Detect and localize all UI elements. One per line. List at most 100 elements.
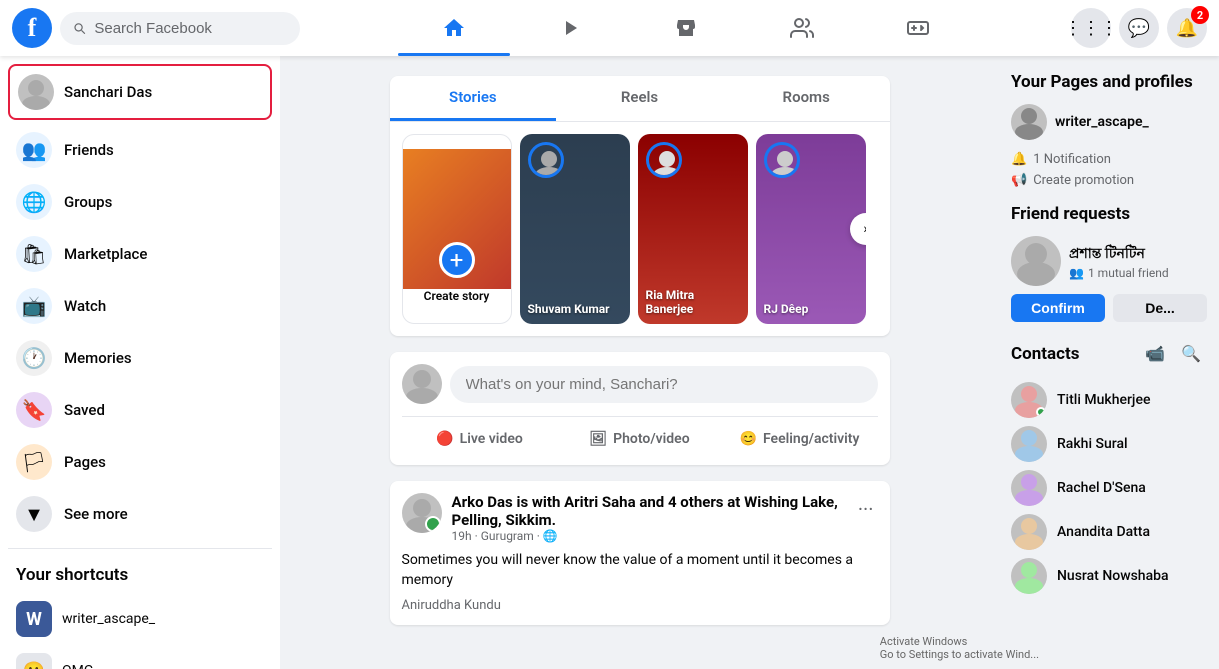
sidebar-item-watch[interactable]: 📺 Watch [8,280,272,332]
pages-info: writer_ascape_ [1055,114,1149,130]
nav-watch-button[interactable] [514,4,626,52]
apps-button[interactable]: ⋮⋮⋮ [1071,8,1111,48]
story-rj[interactable]: RJ Dêep › [756,134,866,324]
notification-item[interactable]: 🔔 1 Notification [1011,152,1207,167]
photo-video-icon: 🖼 [589,431,607,447]
sidebar-label-memories: Memories [64,349,132,367]
top-navigation: f ⋮⋮⋮ 💬 🔔 2 [0,0,1219,56]
left-sidebar: Sanchari Das 👥 Friends 🌐 Groups 🛍 Market… [0,56,280,669]
nav-marketplace-button[interactable] [630,4,742,52]
sidebar-item-see-more[interactable]: ▼ See more [8,488,272,540]
bell-icon: 🔔 [1011,152,1027,167]
memories-icon: 🕐 [16,340,52,376]
sidebar-item-saved[interactable]: 🔖 Saved [8,384,272,436]
center-feed: Stories Reels Rooms + Create story [280,56,999,669]
notification-container: 🔔 2 [1167,8,1207,48]
contact-anandita[interactable]: Anandita Datta [1011,510,1207,554]
feed-post-1: Arko Das is with Aritri Saha and 4 other… [390,481,890,625]
post-input-field[interactable] [450,366,878,403]
contact-nusrat[interactable]: Nusrat Nowshaba [1011,554,1207,598]
post-comment: Aniruddha Kundu [402,598,878,613]
sidebar-item-memories[interactable]: 🕐 Memories [8,332,272,384]
contact-avatar-rakhi [1011,426,1047,462]
story-shuvam[interactable]: Shuvam Kumar [520,134,630,324]
sidebar-divider [8,548,272,549]
shortcuts-title: Your shortcuts [8,557,272,593]
shortcut-omg[interactable]: 😮 OMG [8,645,272,669]
tab-reels[interactable]: Reels [556,76,723,121]
post-more-button[interactable]: ··· [854,493,878,525]
confirm-friend-button[interactable]: Confirm [1011,294,1105,322]
contact-titli[interactable]: Titli Mukherjee [1011,378,1207,422]
nav-gaming-button[interactable] [862,4,974,52]
live-video-label: Live video [460,431,523,447]
story-avatar-rj [764,142,800,178]
messenger-button[interactable]: 💬 [1119,8,1159,48]
create-promotion-button[interactable]: 📢 Create promotion [1011,173,1207,188]
tab-stories[interactable]: Stories [390,76,557,121]
post-author-link[interactable]: Arko Das [452,493,513,511]
friend-req-actions: Confirm De... [1011,294,1207,322]
sidebar-item-friends[interactable]: 👥 Friends [8,124,272,176]
nav-home-button[interactable] [398,4,510,52]
sidebar-label-saved: Saved [64,401,105,419]
shortcut-icon-omg: 😮 [16,653,52,669]
friend-req-avatar [1011,236,1061,286]
contacts-header: Contacts 📹 🔍 [1011,338,1207,370]
search-input[interactable] [94,20,288,37]
contact-rachel[interactable]: Rachel D'Sena [1011,466,1207,510]
post-box-avatar [402,364,442,404]
post-tagged-user[interactable]: Aritri Saha [564,493,636,511]
logo-letter: f [28,13,37,43]
post-others-link[interactable]: 4 others [668,493,724,511]
post-at-text: at [727,493,744,511]
marketplace-icon [674,16,698,40]
sidebar-item-pages[interactable]: 🏳 Pages [8,436,272,488]
search-icon [72,20,86,36]
contact-avatar-nusrat [1011,558,1047,594]
contacts-title: Contacts [1011,344,1139,364]
groups-icon [790,16,814,40]
friends-icon: 👥 [16,132,52,168]
online-indicator-titli [1036,407,1046,417]
sidebar-item-groups[interactable]: 🌐 Groups [8,176,272,228]
sidebar-user-profile[interactable]: Sanchari Das [8,64,272,120]
post-box: 🔴 Live video 🖼 Photo/video 😊 Feeling/act… [390,352,890,465]
add-story-btn[interactable]: + [439,242,475,278]
friend-requests-section: Friend requests প্রশান্ত টিনটিন 👥 1 mutu… [1011,204,1207,322]
delete-friend-button[interactable]: De... [1113,294,1207,322]
pages-name: writer_ascape_ [1055,114,1149,130]
friend-request-item: প্রশান্ত টিনটিন 👥 1 mutual friend Confir… [1011,236,1207,322]
facebook-logo[interactable]: f [12,8,52,48]
gaming-icon [906,16,930,40]
post-actions: 🔴 Live video 🖼 Photo/video 😊 Feeling/act… [402,416,878,453]
sidebar-item-marketplace[interactable]: 🛍 Marketplace [8,228,272,280]
stories-card: Stories Reels Rooms + Create story [390,76,890,336]
create-story-card[interactable]: + Create story [402,134,512,324]
story-name-ria: Ria Mitra Banerjee [646,288,744,316]
contact-rakhi[interactable]: Rakhi Sural [1011,422,1207,466]
contact-name-rakhi: Rakhi Sural [1057,436,1128,452]
search-contacts-button[interactable]: 🔍 [1175,338,1207,370]
friend-req-name: প্রশান্ত টিনটিন [1069,242,1207,266]
contacts-icons: 📹 🔍 [1139,338,1207,370]
feeling-activity-button[interactable]: 😊 Feeling/activity [722,425,878,453]
create-story-label: Create story [424,289,490,303]
new-call-button[interactable]: 📹 [1139,338,1171,370]
nav-groups-button[interactable] [746,4,858,52]
search-bar-container[interactable] [60,12,300,45]
sidebar-label-pages: Pages [64,453,106,471]
activate-windows-text: Activate WindowsGo to Settings to activa… [999,635,1039,661]
shortcut-writer-ascape[interactable]: W writer_ascape_ [8,593,272,645]
live-video-button[interactable]: 🔴 Live video [402,425,558,453]
story-avatar-shuvam [528,142,564,178]
story-ria[interactable]: Ria Mitra Banerjee [638,134,748,324]
tab-rooms[interactable]: Rooms [723,76,890,121]
friend-req-info: প্রশান্ত টিনটিন 👥 1 mutual friend [1069,242,1207,280]
pages-section-title: Your Pages and profiles [1011,72,1207,92]
nav-right-controls: ⋮⋮⋮ 💬 🔔 2 [1071,8,1207,48]
story-avatar-ria [646,142,682,178]
post-and-others: and [639,493,668,511]
photo-video-button[interactable]: 🖼 Photo/video [562,425,718,453]
notification-text: 1 Notification [1033,152,1111,167]
